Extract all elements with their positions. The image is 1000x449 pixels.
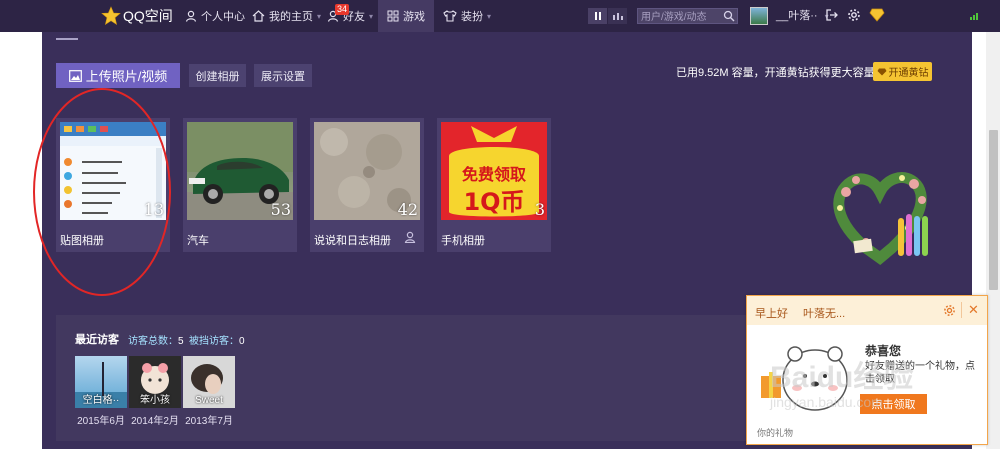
vip-button-label: 开通黄钻	[888, 68, 929, 79]
search-box	[637, 8, 738, 25]
gift-notification-popup: 早上好 叶落无... ✕ 恭喜您 好友赠送的一个礼物，点击领取 点击领取 你的礼…	[746, 295, 988, 445]
visitor-item[interactable]: 空白格·· 2015年6月	[75, 356, 127, 427]
blocked-visitors-value: 0	[239, 336, 245, 347]
chevron-down-icon: ▾	[369, 11, 374, 21]
pause-button[interactable]	[588, 8, 607, 24]
username-text: __叶落··	[776, 10, 818, 22]
equalizer-button[interactable]	[608, 8, 627, 24]
popup-username: 叶落无...	[803, 308, 846, 320]
signal-strength-icon	[970, 13, 978, 20]
visitor-avatar: 空白格··	[75, 356, 127, 408]
search-icon[interactable]	[723, 10, 735, 22]
gear-icon[interactable]	[847, 8, 861, 22]
person-icon	[185, 10, 197, 22]
active-tab-indicator	[56, 38, 78, 40]
logo-text: QQ空间	[123, 8, 173, 24]
nav-games[interactable]: 游戏	[378, 0, 434, 32]
username-menu[interactable]: __叶落·· ▾	[776, 0, 829, 32]
friends-only-icon	[404, 231, 416, 243]
nav-label: 装扮	[461, 11, 483, 23]
scrollbar-thumb[interactable]	[989, 130, 998, 290]
view-toggle	[588, 8, 627, 24]
popup-greeting: 早上好	[755, 308, 788, 320]
shirt-icon	[443, 10, 457, 22]
visitor-avatar: Sweet	[183, 356, 235, 408]
nav-label: 我的主页	[269, 11, 313, 23]
chevron-down-icon: ▾	[317, 11, 322, 21]
display-settings-button[interactable]: 展示设置	[254, 64, 312, 87]
visitor-total-label: 访客总数：	[128, 336, 178, 347]
nav-my-home[interactable]: 我的主页 ▾	[252, 0, 321, 32]
close-icon[interactable]: ✕	[968, 302, 979, 318]
album-photo-count: 53	[270, 200, 291, 219]
congrats-title: 恭喜您	[865, 344, 902, 358]
star-logo-icon	[101, 6, 121, 26]
album-photo-count: 3	[534, 200, 545, 219]
nav-label: 个人中心	[201, 11, 245, 23]
flower-heart-decoration	[833, 172, 928, 265]
visitor-item[interactable]: 笨小孩 2014年2月	[129, 356, 181, 427]
red-annotation-circle	[33, 88, 171, 296]
bear-mascot-image	[761, 346, 848, 411]
visitor-total[interactable]: 访客总数：5	[128, 332, 184, 347]
visitor-name: 笨小孩	[140, 395, 170, 406]
yellow-diamond-icon	[877, 68, 886, 75]
user-avatar[interactable]	[750, 7, 768, 25]
nav-personal-center[interactable]: 个人中心	[185, 0, 245, 32]
visitor-item[interactable]: Sweet 2013年7月	[183, 356, 235, 427]
visitor-name: Sweet	[195, 395, 223, 406]
nav-label: 游戏	[403, 11, 425, 23]
popup-footer-text: 你的礼物	[757, 428, 794, 438]
friends-notification-badge: 34	[335, 4, 350, 15]
album-card[interactable]: 免费领取 1Q币 3 手机相册	[437, 118, 551, 252]
album-name: 说说和日志相册	[314, 235, 391, 247]
nav-decorate[interactable]: 装扮 ▾	[443, 0, 491, 32]
header-divider	[961, 302, 962, 318]
upload-label: 上传照片/视频	[85, 69, 168, 84]
equalizer-icon	[612, 13, 623, 20]
album-cover: 免费领取 1Q币	[441, 122, 547, 220]
pause-icon	[594, 12, 601, 20]
visitor-name: 空白格··	[82, 395, 120, 406]
nav-friends[interactable]: 34 好友 ▾	[327, 0, 373, 32]
visitor-total-value: 5	[178, 336, 184, 347]
gear-icon[interactable]	[943, 304, 956, 317]
game-grid-icon	[387, 10, 399, 22]
blocked-visitors-label: 被挡访客：	[189, 336, 239, 347]
album-card[interactable]: 53 汽车	[183, 118, 297, 252]
album-photo-count: 42	[397, 200, 418, 219]
promo-line-2: 1Q币	[463, 188, 524, 216]
visitor-avatar: 笨小孩	[129, 356, 181, 408]
search-input[interactable]	[638, 10, 723, 25]
blocked-visitors[interactable]: 被挡访客：0	[189, 332, 245, 347]
album-card[interactable]: 42 说说和日志相册	[310, 118, 424, 252]
storage-usage-text: 已用9.52M 容量，开通黄钻获得更大容量	[676, 67, 875, 79]
album-name: 手机相册	[441, 235, 485, 247]
upload-photo-video-button[interactable]: 上传照片/视频	[56, 63, 180, 88]
yellow-diamond-icon[interactable]	[869, 8, 885, 22]
claim-gift-button[interactable]: 点击领取	[860, 394, 927, 414]
chevron-down-icon: ▾	[487, 11, 492, 21]
gift-message: 好友赠送的一个礼物，点击领取	[865, 361, 975, 385]
top-navigation-bar: QQ空间 个人中心 我的主页 ▾ 34 好友 ▾ 游戏 装扮 ▾ 用户/游戏/动…	[0, 0, 1000, 32]
open-yellow-diamond-button[interactable]: 开通黄钻	[873, 62, 932, 81]
visitors-title: 最近访客	[75, 334, 119, 346]
album-name: 汽车	[187, 235, 209, 247]
promo-line-1: 免费领取	[462, 165, 526, 184]
create-album-button[interactable]: 创建相册	[189, 64, 246, 87]
qzone-logo[interactable]: QQ空间	[101, 6, 173, 26]
image-upload-icon	[68, 69, 82, 82]
free-q-coin-promo-image: 免费领取 1Q币	[441, 122, 547, 220]
visitor-date: 2013年7月	[185, 416, 233, 427]
exit-icon[interactable]	[825, 8, 839, 22]
home-icon	[252, 10, 265, 22]
